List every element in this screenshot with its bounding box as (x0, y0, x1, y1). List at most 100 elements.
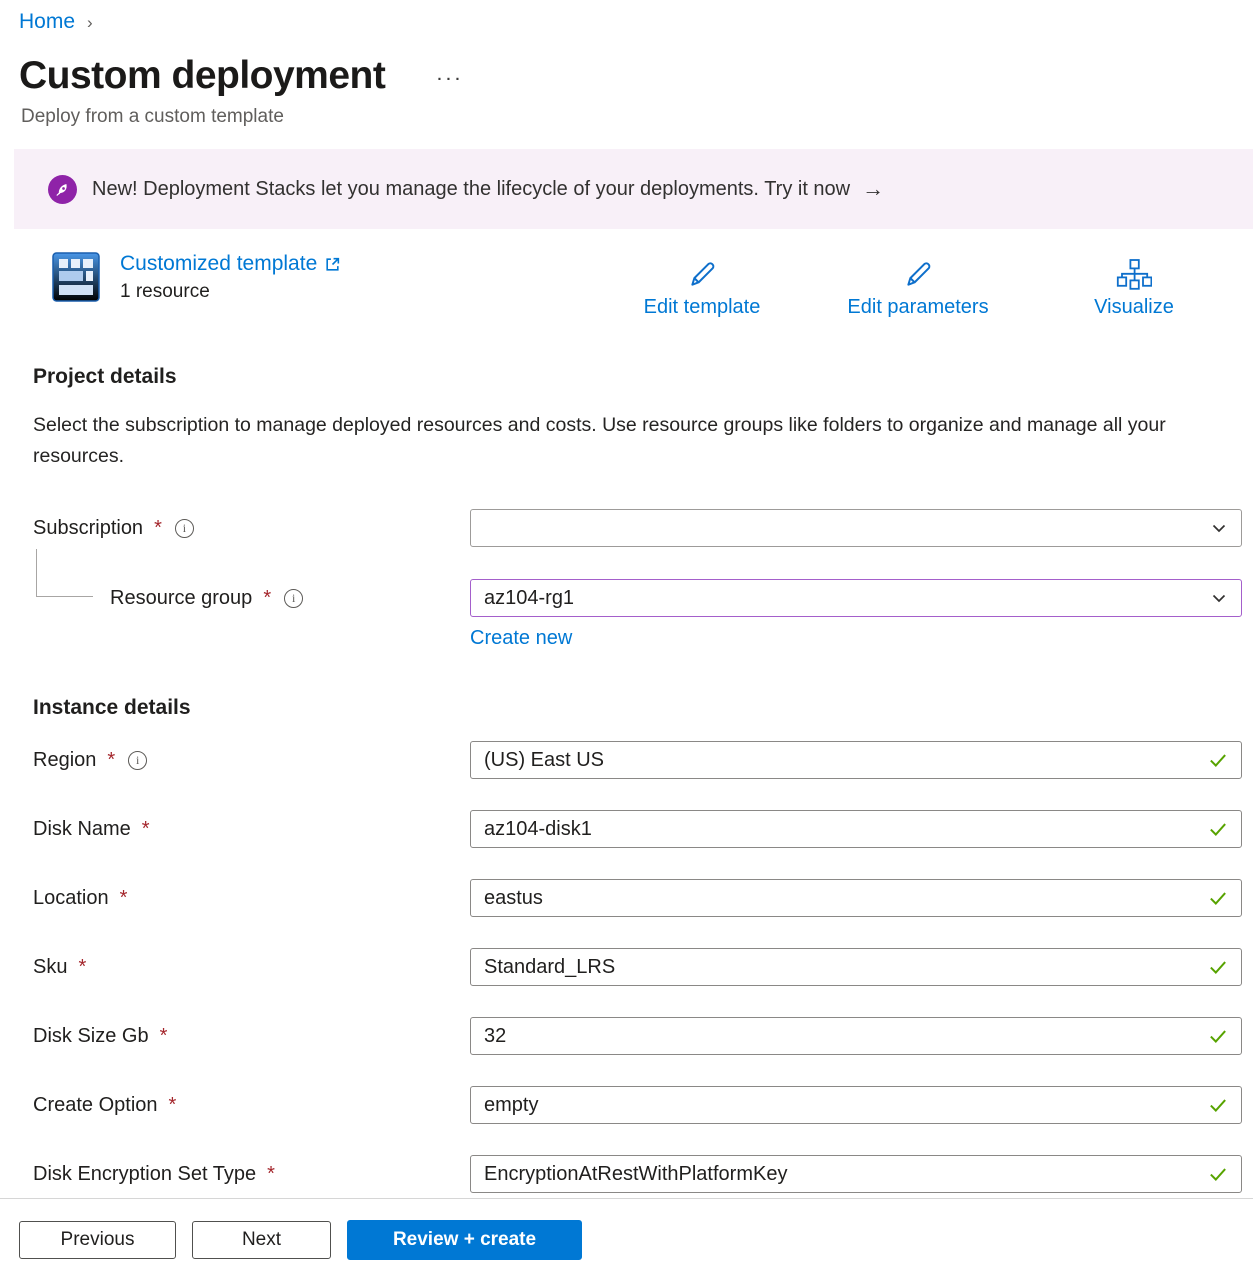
location-value: eastus (484, 887, 1207, 910)
sku-label: Sku * (33, 956, 470, 979)
visualize-button[interactable]: Visualize (1026, 258, 1242, 319)
custom-deployment-page: Home › Custom deployment ··· Deploy from… (0, 0, 1253, 1280)
region-label: Region * i (33, 749, 470, 772)
more-menu-icon[interactable]: ··· (433, 67, 468, 92)
region-label-text: Region (33, 749, 96, 772)
pencil-icon (901, 258, 935, 292)
disk-size-label: Disk Size Gb * (33, 1025, 470, 1048)
edit-template-label: Edit template (644, 296, 761, 319)
sku-value: Standard_LRS (484, 956, 1207, 979)
disk-name-row: Disk Name * az104-disk1 (33, 810, 1253, 848)
resource-group-dropdown[interactable]: az104-rg1 (470, 579, 1242, 617)
disk-size-label-text: Disk Size Gb (33, 1025, 149, 1048)
breadcrumb: Home › (0, 0, 1253, 34)
instance-details-form: Region * i (US) East US Disk Name * (33, 741, 1253, 1193)
template-card: Customized template 1 resource Edit temp… (52, 252, 1242, 319)
resource-group-value: az104-rg1 (484, 587, 1209, 610)
region-value: (US) East US (484, 749, 1207, 772)
required-marker: * (78, 956, 86, 979)
visualize-label: Visualize (1094, 296, 1174, 319)
required-marker: * (169, 1094, 177, 1117)
valid-check-icon (1207, 956, 1229, 978)
rocket-icon (48, 175, 77, 204)
breadcrumb-separator-icon: › (87, 13, 93, 33)
create-new-link[interactable]: Create new (470, 627, 572, 649)
wizard-footer: Previous Next Review + create (0, 1198, 1253, 1280)
sku-row: Sku * Standard_LRS (33, 948, 1253, 986)
deployment-stacks-banner[interactable]: New! Deployment Stacks let you manage th… (14, 149, 1253, 229)
valid-check-icon (1207, 749, 1229, 771)
region-row: Region * i (US) East US (33, 741, 1253, 779)
info-icon[interactable]: i (128, 751, 147, 770)
template-meta: Customized template 1 resource (120, 252, 341, 303)
edit-parameters-label: Edit parameters (847, 296, 988, 319)
region-input[interactable]: (US) East US (470, 741, 1242, 779)
valid-check-icon (1207, 887, 1229, 909)
disk-name-value: az104-disk1 (484, 818, 1207, 841)
customized-template-label: Customized template (120, 252, 317, 276)
create-option-row: Create Option * empty (33, 1086, 1253, 1124)
create-option-label: Create Option * (33, 1094, 470, 1117)
disk-size-value: 32 (484, 1025, 1207, 1048)
chevron-down-icon (1209, 588, 1229, 608)
required-marker: * (267, 1163, 275, 1186)
pencil-icon (685, 258, 719, 292)
disk-encryption-set-type-label: Disk Encryption Set Type * (33, 1163, 470, 1186)
page-subtitle: Deploy from a custom template (21, 106, 1253, 128)
banner-arrow-icon[interactable]: → (862, 176, 884, 202)
project-details-heading: Project details (33, 365, 1253, 389)
create-new-row: Create new (470, 627, 1253, 650)
disk-encryption-set-type-value: EncryptionAtRestWithPlatformKey (484, 1163, 1207, 1186)
previous-button[interactable]: Previous (19, 1221, 176, 1259)
resource-group-label: Resource group * i (33, 587, 470, 610)
customized-template-link[interactable]: Customized template (120, 252, 341, 276)
subscription-label: Subscription * i (33, 517, 470, 540)
banner-message: New! Deployment Stacks let you manage th… (92, 178, 850, 201)
valid-check-icon (1207, 1094, 1229, 1116)
resource-group-label-text: Resource group (110, 587, 252, 610)
template-icon (52, 252, 100, 302)
edit-template-button[interactable]: Edit template (594, 258, 810, 319)
resource-group-row: Resource group * i az104-rg1 (33, 579, 1253, 617)
disk-encryption-set-type-input[interactable]: EncryptionAtRestWithPlatformKey (470, 1155, 1242, 1193)
info-icon[interactable]: i (284, 589, 303, 608)
org-chart-icon (1116, 258, 1152, 292)
instance-details-heading: Instance details (33, 696, 1253, 720)
chevron-down-icon (1209, 518, 1229, 538)
create-option-input[interactable]: empty (470, 1086, 1242, 1124)
required-marker: * (120, 887, 128, 910)
next-button[interactable]: Next (192, 1221, 331, 1259)
required-marker: * (154, 517, 162, 540)
location-input[interactable]: eastus (470, 879, 1242, 917)
page-title: Custom deployment (19, 54, 385, 98)
disk-size-input[interactable]: 32 (470, 1017, 1242, 1055)
external-link-icon (324, 256, 341, 273)
breadcrumb-home-link[interactable]: Home (19, 10, 75, 34)
disk-name-label: Disk Name * (33, 818, 470, 841)
sku-label-text: Sku (33, 956, 67, 979)
create-option-value: empty (484, 1094, 1207, 1117)
location-row: Location * eastus (33, 879, 1253, 917)
hierarchy-connector-line (36, 549, 93, 597)
project-details-description: Select the subscription to manage deploy… (33, 410, 1178, 472)
disk-size-row: Disk Size Gb * 32 (33, 1017, 1253, 1055)
required-marker: * (263, 587, 271, 610)
valid-check-icon (1207, 818, 1229, 840)
create-option-label-text: Create Option (33, 1094, 158, 1117)
info-icon[interactable]: i (175, 519, 194, 538)
sku-input[interactable]: Standard_LRS (470, 948, 1242, 986)
project-details-form: Subscription * i Resource group * i (33, 509, 1253, 650)
disk-name-input[interactable]: az104-disk1 (470, 810, 1242, 848)
required-marker: * (142, 818, 150, 841)
subscription-dropdown[interactable] (470, 509, 1242, 547)
disk-name-label-text: Disk Name (33, 818, 131, 841)
required-marker: * (107, 749, 115, 772)
review-create-button[interactable]: Review + create (347, 1220, 582, 1260)
subscription-row: Subscription * i (33, 509, 1253, 547)
edit-parameters-button[interactable]: Edit parameters (810, 258, 1026, 319)
required-marker: * (160, 1025, 168, 1048)
title-row: Custom deployment ··· (19, 54, 1253, 98)
disk-encryption-set-type-label-text: Disk Encryption Set Type (33, 1163, 256, 1186)
subscription-label-text: Subscription (33, 517, 143, 540)
valid-check-icon (1207, 1163, 1229, 1185)
